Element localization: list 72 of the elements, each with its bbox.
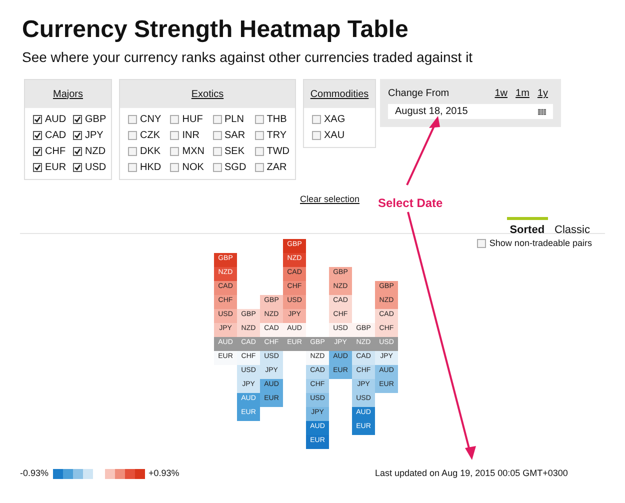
checkbox[interactable] [128,147,137,156]
currency-label: CNY [140,113,162,126]
date-field[interactable]: August 18, 2015 [388,104,553,119]
currency-label: PLN [224,113,244,126]
page-subtitle: See where your currency ranks against other currencies traded against it [22,49,473,66]
view-tab[interactable]: Classic [552,217,593,233]
checkbox[interactable] [33,115,42,124]
view-tab[interactable]: Sorted [506,217,548,233]
currency-label: TRY [266,129,287,142]
checkbox[interactable] [254,131,264,140]
preset-link[interactable]: 1m [516,86,530,101]
currency-label: INR [182,129,200,142]
currency-label: MXN [182,145,204,158]
preset-link[interactable]: 1y [537,86,548,101]
legend-min: -0.93% [20,467,49,480]
checkbox[interactable] [212,163,222,172]
checkbox[interactable] [170,163,180,172]
preset-link[interactable]: 1w [494,86,508,101]
checkbox[interactable] [73,115,82,124]
currency-label: SAR [224,129,246,142]
checkbox[interactable] [170,131,180,140]
checkbox[interactable] [254,115,264,124]
checkbox[interactable] [33,147,42,156]
legend-max: +0.93% [148,467,180,480]
checkbox[interactable] [73,147,82,156]
currency-label: AUD [45,113,66,126]
currency-label: SEK [224,145,245,158]
clear-selection-link[interactable]: Clear selection [300,194,360,204]
currency-label: USD [85,161,106,174]
checkbox[interactable] [73,163,82,172]
checkbox[interactable] [73,131,82,140]
checkbox[interactable] [33,163,42,172]
non-tradeable-label: Show non-tradeable pairs [489,237,592,250]
checkbox[interactable] [33,131,42,140]
checkbox[interactable] [254,147,264,156]
group-title[interactable]: Majors [52,86,83,102]
checkbox[interactable] [170,147,180,156]
currency-label: JPY [85,129,104,142]
currency-label: EUR [45,161,66,174]
currency-label: CZK [140,129,160,142]
last-updated: Last updated on Aug 19, 2015 00:05 GMT+0300 [375,467,568,480]
checkbox[interactable] [128,163,137,172]
currency-label: CHF [45,145,66,158]
checkbox[interactable] [254,163,264,172]
currency-label: NOK [182,161,204,174]
page-title: Currency Strength Heatmap Table [22,16,408,44]
checkbox[interactable] [170,115,180,124]
currency-label: HKD [140,161,162,174]
currency-label: THB [266,113,287,126]
currency-label: TWD [266,145,290,158]
currency-label: HUF [182,113,203,126]
checkbox[interactable] [212,115,222,124]
currency-label: XAG [324,113,346,126]
annotation-label: Select Date [378,195,443,212]
checkbox[interactable] [128,115,137,124]
checkbox[interactable] [212,147,222,156]
annotation-arrow [406,116,440,186]
currency-label: SGD [224,161,246,174]
checkbox[interactable] [477,239,486,248]
checkbox[interactable] [312,115,321,124]
checkbox[interactable] [128,131,137,140]
checkbox[interactable] [312,131,321,140]
currency-label: XAU [324,129,345,142]
currency-label: DKK [140,145,161,158]
currency-label: CAD [45,129,66,142]
currency-label: ZAR [266,161,287,174]
calendar-icon[interactable] [538,108,546,114]
checkbox[interactable] [212,131,222,140]
change-from-label: Change From [388,87,450,101]
currency-label: NZD [85,145,106,158]
currency-label: GBP [85,113,106,126]
group-title[interactable]: Exotics [191,86,224,102]
